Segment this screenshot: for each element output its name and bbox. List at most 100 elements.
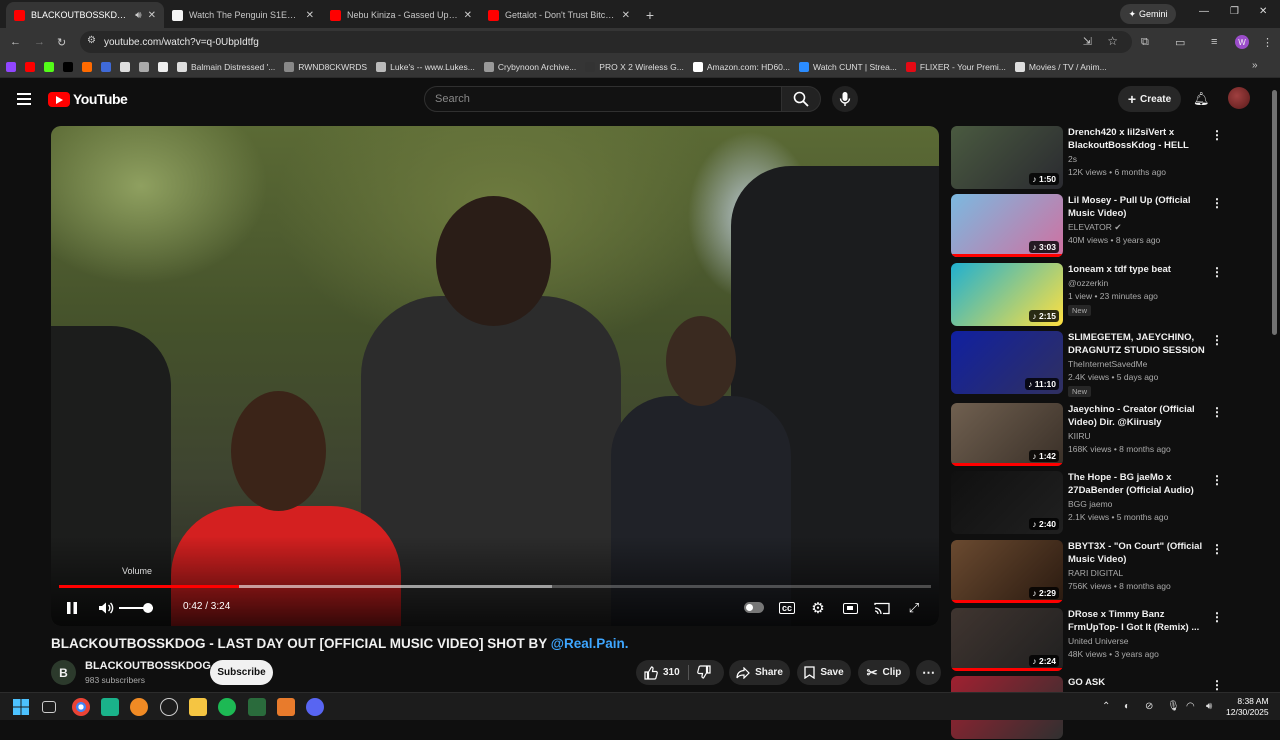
bookmark-item[interactable]: Movies / TV / Anim... [1014,61,1107,72]
channel-avatar[interactable]: B [51,660,76,685]
browser-tab[interactable]: Watch The Penguin S1E1 - After Hours ✕ [164,2,322,28]
extensions-icon[interactable]: ⧉ [1141,36,1149,49]
cast-icon[interactable] [872,598,892,618]
recommended-video[interactable]: ♪ 2:40 The Hope - BG jaeMo x 27DaBender (… [951,471,1223,535]
recommended-title[interactable]: SLIMEGETEM, JAEYCHINO, DRAGNUTZ STUDIO S… [1068,331,1206,357]
recommended-video[interactable]: ♪ 11:10 SLIMEGETEM, JAEYCHINO, DRAGNUTZ S… [951,331,1223,397]
progress-bar[interactable] [59,585,931,588]
tray-network-app-icon[interactable]: ⊘ [1145,701,1153,712]
page-scrollbar[interactable] [1272,90,1277,335]
file-explorer-icon[interactable] [189,698,207,716]
bookmark-item[interactable]: Luke's -- www.Lukes... [376,61,475,72]
bookmark-item[interactable] [139,61,149,72]
mute-button[interactable] [96,598,116,618]
video-thumbnail[interactable]: ♪ 2:29 [951,540,1063,603]
more-options-icon[interactable]: ⋮ [1211,196,1223,210]
browser-tab[interactable]: Gettalot - Don't Trust Bitches [Official… [480,2,638,28]
recommended-title[interactable]: GO ASK [1068,676,1206,689]
account-avatar[interactable] [1228,87,1250,109]
site-info-icon[interactable]: ⚙ [87,35,96,46]
windows-start-icon[interactable] [12,698,30,716]
profile-avatar[interactable]: W [1235,35,1249,49]
tab-close-icon[interactable]: ✕ [306,10,314,21]
bookmark-item[interactable] [44,61,54,72]
sidepanel-icon[interactable]: ▭ [1175,36,1185,49]
vlc-icon[interactable] [277,698,295,716]
bookmark-star-icon[interactable]: ☆ [1107,34,1118,48]
subscribe-button[interactable]: Subscribe [210,660,273,685]
excel-icon[interactable] [248,698,266,716]
bookmark-item[interactable] [101,61,111,72]
url-field[interactable]: ⚙ youtube.com/watch?v=q-0UbpIdtfg ⇲ ☆ [80,31,1132,53]
more-options-icon[interactable]: ⋮ [1211,405,1223,419]
close-window-button[interactable]: ✕ [1259,6,1267,17]
more-bookmarks-icon[interactable]: » [1252,60,1258,71]
recommended-channel[interactable]: TheInternetSavedMe [1068,359,1147,369]
recommended-channel[interactable]: KIIRU [1068,431,1091,441]
recommended-title[interactable]: Lil Mosey - Pull Up (Official Music Vide… [1068,194,1206,220]
video-thumbnail[interactable]: ♪ 11:10 [951,331,1063,394]
browser-tab[interactable]: BLACKOUTBOSSKDOG - LAST DAY OUT 🔊︎ ✕ [6,2,164,28]
pause-button[interactable] [63,598,81,618]
bookmark-item[interactable]: FLIXER - Your Premi... [905,61,1006,72]
video-thumbnail[interactable]: ♪ 2:15 [951,263,1063,326]
reload-icon[interactable]: ↻ [57,36,66,49]
recommended-channel[interactable]: @ozzerkin [1068,278,1108,288]
more-options-icon[interactable]: ⋮ [1211,333,1223,347]
search-input[interactable]: Search [424,86,782,112]
more-options-icon[interactable]: ⋮ [1211,542,1223,556]
more-options-icon[interactable]: ⋮ [1211,610,1223,624]
tab-close-icon[interactable]: ✕ [464,10,472,21]
recommended-video[interactable]: ♪ 2:24 DRose x Timmy Banz FrmUpTop- I Got… [951,608,1223,672]
bookmark-item[interactable]: Balmain Distressed '... [177,61,275,72]
hamburger-menu-icon[interactable] [17,93,31,105]
recommended-channel[interactable]: 2s [1068,154,1077,164]
back-icon[interactable]: ← [10,36,21,48]
voice-search-button[interactable] [832,86,858,112]
fullscreen-icon[interactable]: ⤢ [904,598,924,618]
video-player[interactable]: Volume 0:42 / 3:24 cc ⚙ ⤢ [51,126,939,626]
video-thumbnail[interactable]: ♪ 2:24 [951,608,1063,671]
tab-audio-icon[interactable]: 🔊︎ [135,10,141,21]
system-clock[interactable]: 8:38 AM 12/30/2025 [1226,696,1269,718]
volume-slider-handle[interactable] [142,603,153,613]
miniplayer-icon[interactable] [840,598,860,618]
maximize-button[interactable]: ❐ [1230,6,1239,17]
bookmark-item[interactable] [120,61,130,72]
bookmark-item[interactable]: PRO X 2 Wireless G... [585,61,684,72]
mention-link[interactable]: @Real.Pain. [551,636,629,651]
install-icon[interactable]: ⇲ [1083,35,1092,48]
share-button[interactable]: Share [729,660,790,685]
channel-name[interactable]: BLACKOUTBOSSKDOG [85,660,211,672]
more-options-icon[interactable]: ⋮ [1211,678,1223,692]
recommended-video[interactable]: ♪ 1:50 Drench420 x lil2siVert x BlackoutB… [951,126,1223,190]
video-thumbnail[interactable]: ♪ 1:50 [951,126,1063,189]
bookmark-item[interactable] [158,61,168,72]
steam-icon[interactable] [160,698,178,716]
video-thumbnail[interactable]: ♪ 2:40 [951,471,1063,534]
bookmark-item[interactable]: Amazon.com: HD60... [692,61,790,72]
bookmark-item[interactable]: Crybynoon Archive... [483,61,576,72]
chrome-menu-icon[interactable]: ⋮ [1262,36,1273,49]
video-thumbnail[interactable]: ♪ 1:42 [951,403,1063,466]
speaker-icon[interactable]: 🔊︎ [1206,701,1212,712]
bookmark-item[interactable] [63,61,73,72]
clip-button[interactable]: ✂ Clip [858,660,910,685]
wifi-icon[interactable]: ◠ [1186,701,1195,712]
bookmark-item[interactable]: Watch CUNT | Strea... [798,61,897,72]
youtube-logo[interactable]: YouTube [48,91,128,107]
new-tab-button[interactable]: + [638,2,662,28]
more-options-icon[interactable]: ⋮ [1211,265,1223,279]
recommended-title[interactable]: BBYT3X - "On Court" (Official Music Vide… [1068,540,1206,566]
captions-icon[interactable]: cc [777,598,797,618]
tray-app-icon[interactable]: ◐ [1124,701,1130,712]
tab-close-icon[interactable]: ✕ [148,10,156,21]
browser-tab[interactable]: Nebu Kiniza - Gassed Up [Prod. Amor] ✕ [322,2,480,28]
create-button[interactable]: + Create [1118,86,1181,112]
brave-icon[interactable] [130,698,148,716]
recommended-video[interactable]: ♪ 2:29 BBYT3X - "On Court" (Official Musi… [951,540,1223,604]
tray-mic-icon[interactable]: 🎙︎ [1167,701,1180,712]
more-actions-icon[interactable]: ⋯ [916,660,941,685]
recommended-title[interactable]: The Hope - BG jaeMo x 27DaBender (Offici… [1068,471,1206,497]
recommended-title[interactable]: Drench420 x lil2siVert x BlackoutBossKdo… [1068,126,1206,152]
